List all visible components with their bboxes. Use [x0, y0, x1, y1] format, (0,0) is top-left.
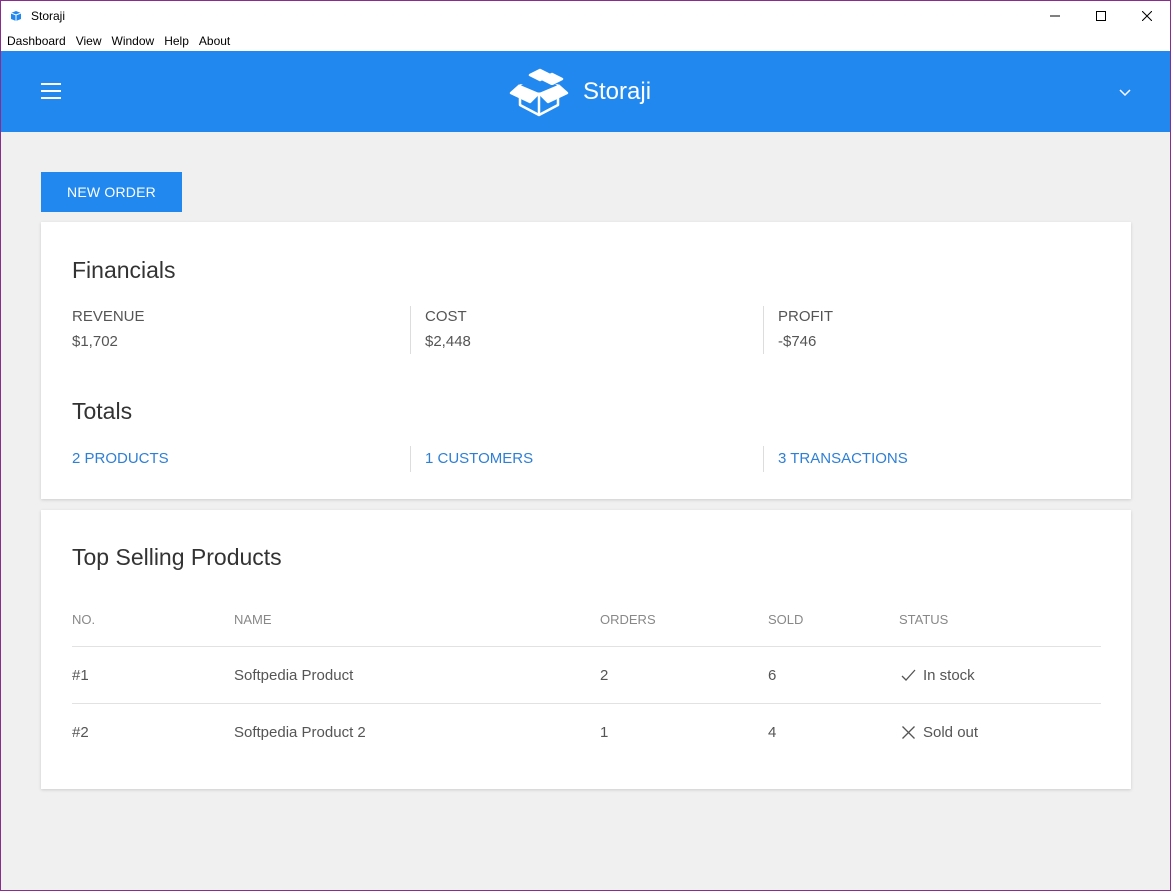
- boxes-logo-icon: [509, 68, 569, 117]
- top-selling-card: Top Selling Products NO. NAME ORDERS SOL…: [41, 510, 1131, 789]
- revenue-stat: REVENUE $1,702: [72, 308, 412, 350]
- menu-about[interactable]: About: [199, 34, 230, 48]
- app-header: Storaji: [1, 51, 1170, 132]
- row-sold: 6: [768, 667, 777, 684]
- brand-name: Storaji: [583, 78, 652, 105]
- window-title: Storaji: [31, 9, 66, 23]
- profit-stat: PROFIT -$746: [763, 306, 1118, 354]
- menu-help[interactable]: Help: [164, 34, 189, 48]
- col-sold: SOLD: [768, 612, 804, 627]
- row-sold: 4: [768, 724, 777, 741]
- menu-window[interactable]: Window: [112, 34, 155, 48]
- totals-products: 2 PRODUCTS: [72, 450, 412, 468]
- window-controls: [1032, 1, 1170, 31]
- profit-label: PROFIT: [778, 308, 833, 325]
- cost-value: $2,448: [425, 333, 471, 350]
- row-orders: 2: [600, 667, 609, 684]
- app-logo-icon: [9, 8, 25, 24]
- revenue-value: $1,702: [72, 333, 118, 350]
- status-text: Sold out: [923, 724, 979, 741]
- customers-link[interactable]: 1 CUSTOMERS: [425, 450, 533, 467]
- header-divider: [72, 646, 1101, 647]
- col-name: NAME: [234, 612, 272, 627]
- row-orders: 1: [600, 724, 609, 741]
- close-button[interactable]: [1124, 1, 1170, 31]
- maximize-icon: [1096, 11, 1106, 21]
- minimize-icon: [1050, 15, 1060, 17]
- col-no: NO.: [72, 612, 96, 627]
- financials-card: Financials REVENUE $1,702 COST $2,448 PR…: [41, 222, 1131, 499]
- minimize-button[interactable]: [1032, 1, 1078, 31]
- financials-title: Financials: [72, 257, 176, 283]
- title-bar: Storaji: [1, 1, 1170, 31]
- menu-bar: Dashboard View Window Help About: [1, 31, 1170, 51]
- transactions-link[interactable]: 3 TRANSACTIONS: [778, 450, 908, 467]
- row-no: #2: [72, 724, 89, 741]
- cost-stat: COST $2,448: [410, 306, 765, 354]
- close-icon: [1142, 11, 1152, 21]
- hamburger-icon[interactable]: [41, 83, 61, 99]
- revenue-label: REVENUE: [72, 308, 145, 325]
- row-status: Sold out: [901, 724, 978, 741]
- cost-label: COST: [425, 308, 467, 325]
- profit-value: -$746: [778, 333, 817, 350]
- totals-transactions: 3 TRANSACTIONS: [763, 446, 1118, 472]
- row-no: #1: [72, 667, 89, 684]
- totals-title: Totals: [72, 398, 133, 424]
- row-status: In stock: [901, 667, 975, 684]
- maximize-button[interactable]: [1078, 1, 1124, 31]
- totals-customers: 1 CUSTOMERS: [410, 446, 765, 472]
- status-text: In stock: [923, 667, 975, 684]
- new-order-button[interactable]: NEW ORDER: [41, 172, 182, 212]
- x-icon: [902, 726, 915, 739]
- row-divider: [72, 703, 1101, 704]
- row-name: Softpedia Product 2: [234, 724, 366, 741]
- menu-dashboard[interactable]: Dashboard: [7, 34, 66, 48]
- row-name: Softpedia Product: [234, 667, 354, 684]
- app-window: Storaji Dashboard View Window Help About: [0, 0, 1171, 891]
- top-selling-title: Top Selling Products: [72, 544, 282, 570]
- col-status: STATUS: [899, 612, 949, 627]
- check-icon: [901, 669, 916, 681]
- menu-view[interactable]: View: [76, 34, 102, 48]
- products-link[interactable]: 2 PRODUCTS: [72, 450, 169, 467]
- chevron-down-icon[interactable]: [1118, 85, 1132, 99]
- col-orders: ORDERS: [600, 612, 656, 627]
